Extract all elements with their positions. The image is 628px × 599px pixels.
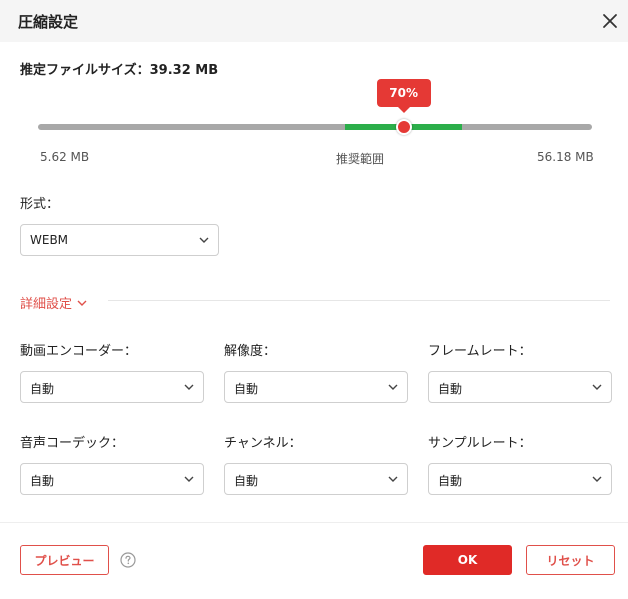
- chevron-down-icon: [388, 476, 398, 482]
- frame-rate-label: フレームレート：: [428, 344, 532, 359]
- footer-divider: [0, 522, 628, 523]
- dialog-titlebar: 圧縮設定: [0, 0, 628, 42]
- estimated-size-value: 39.32 MB: [149, 63, 219, 78]
- slider-min-label: 5.62 MB: [40, 150, 90, 164]
- resolution-select[interactable]: 自動: [224, 371, 408, 403]
- format-label: 形式：: [20, 197, 60, 212]
- estimated-size: 推定ファイルサイズ：39.32 MB: [20, 59, 218, 78]
- question-circle-icon: [120, 552, 136, 568]
- channel-value: 自動: [234, 474, 259, 488]
- chevron-down-icon: [184, 384, 194, 390]
- sample-rate-value: 自動: [438, 474, 463, 488]
- advanced-settings-label: 詳細設定: [20, 296, 73, 312]
- resolution-label: 解像度：: [224, 344, 277, 359]
- chevron-down-icon: [388, 384, 398, 390]
- chevron-down-icon: [199, 237, 209, 243]
- slider-recommended-label: 推奨範囲: [336, 152, 385, 166]
- estimated-size-label: 推定ファイルサイズ：: [20, 63, 150, 78]
- frame-rate-select[interactable]: 自動: [428, 371, 612, 403]
- chevron-down-icon: [592, 384, 602, 390]
- chevron-down-icon: [184, 476, 194, 482]
- help-button[interactable]: [120, 552, 136, 568]
- slider-thumb[interactable]: [395, 119, 412, 135]
- slider-percent-tooltip: 70%: [376, 79, 431, 113]
- sample-rate-label: サンプルレート：: [428, 436, 532, 451]
- chevron-down-icon: [77, 300, 87, 306]
- compression-slider[interactable]: 70%: [38, 79, 592, 137]
- close-icon: [603, 14, 617, 28]
- chevron-down-icon: [592, 476, 602, 482]
- frame-rate-value: 自動: [438, 382, 463, 396]
- advanced-settings-toggle[interactable]: 詳細設定: [20, 292, 87, 312]
- format-select[interactable]: WEBM: [20, 224, 219, 256]
- video-encoder-select[interactable]: 自動: [20, 371, 204, 403]
- sample-rate-select[interactable]: 自動: [428, 463, 612, 495]
- slider-max-label: 56.18 MB: [537, 150, 594, 164]
- audio-codec-label: 音声コーデック：: [20, 436, 125, 451]
- video-encoder-label: 動画エンコーダー：: [20, 344, 138, 359]
- advanced-divider: [108, 300, 610, 301]
- resolution-value: 自動: [234, 382, 259, 396]
- channel-label: チャンネル：: [224, 436, 302, 451]
- ok-button[interactable]: OK: [423, 545, 512, 575]
- dialog-title: 圧縮設定: [18, 13, 79, 31]
- audio-codec-value: 自動: [30, 474, 55, 488]
- audio-codec-select[interactable]: 自動: [20, 463, 204, 495]
- video-encoder-value: 自動: [30, 382, 55, 396]
- channel-select[interactable]: 自動: [224, 463, 408, 495]
- slider-track: [38, 124, 592, 130]
- reset-button[interactable]: リセット: [526, 545, 615, 575]
- close-button[interactable]: [598, 9, 622, 33]
- preview-button[interactable]: プレビュー: [20, 545, 109, 575]
- format-select-value: WEBM: [30, 233, 69, 247]
